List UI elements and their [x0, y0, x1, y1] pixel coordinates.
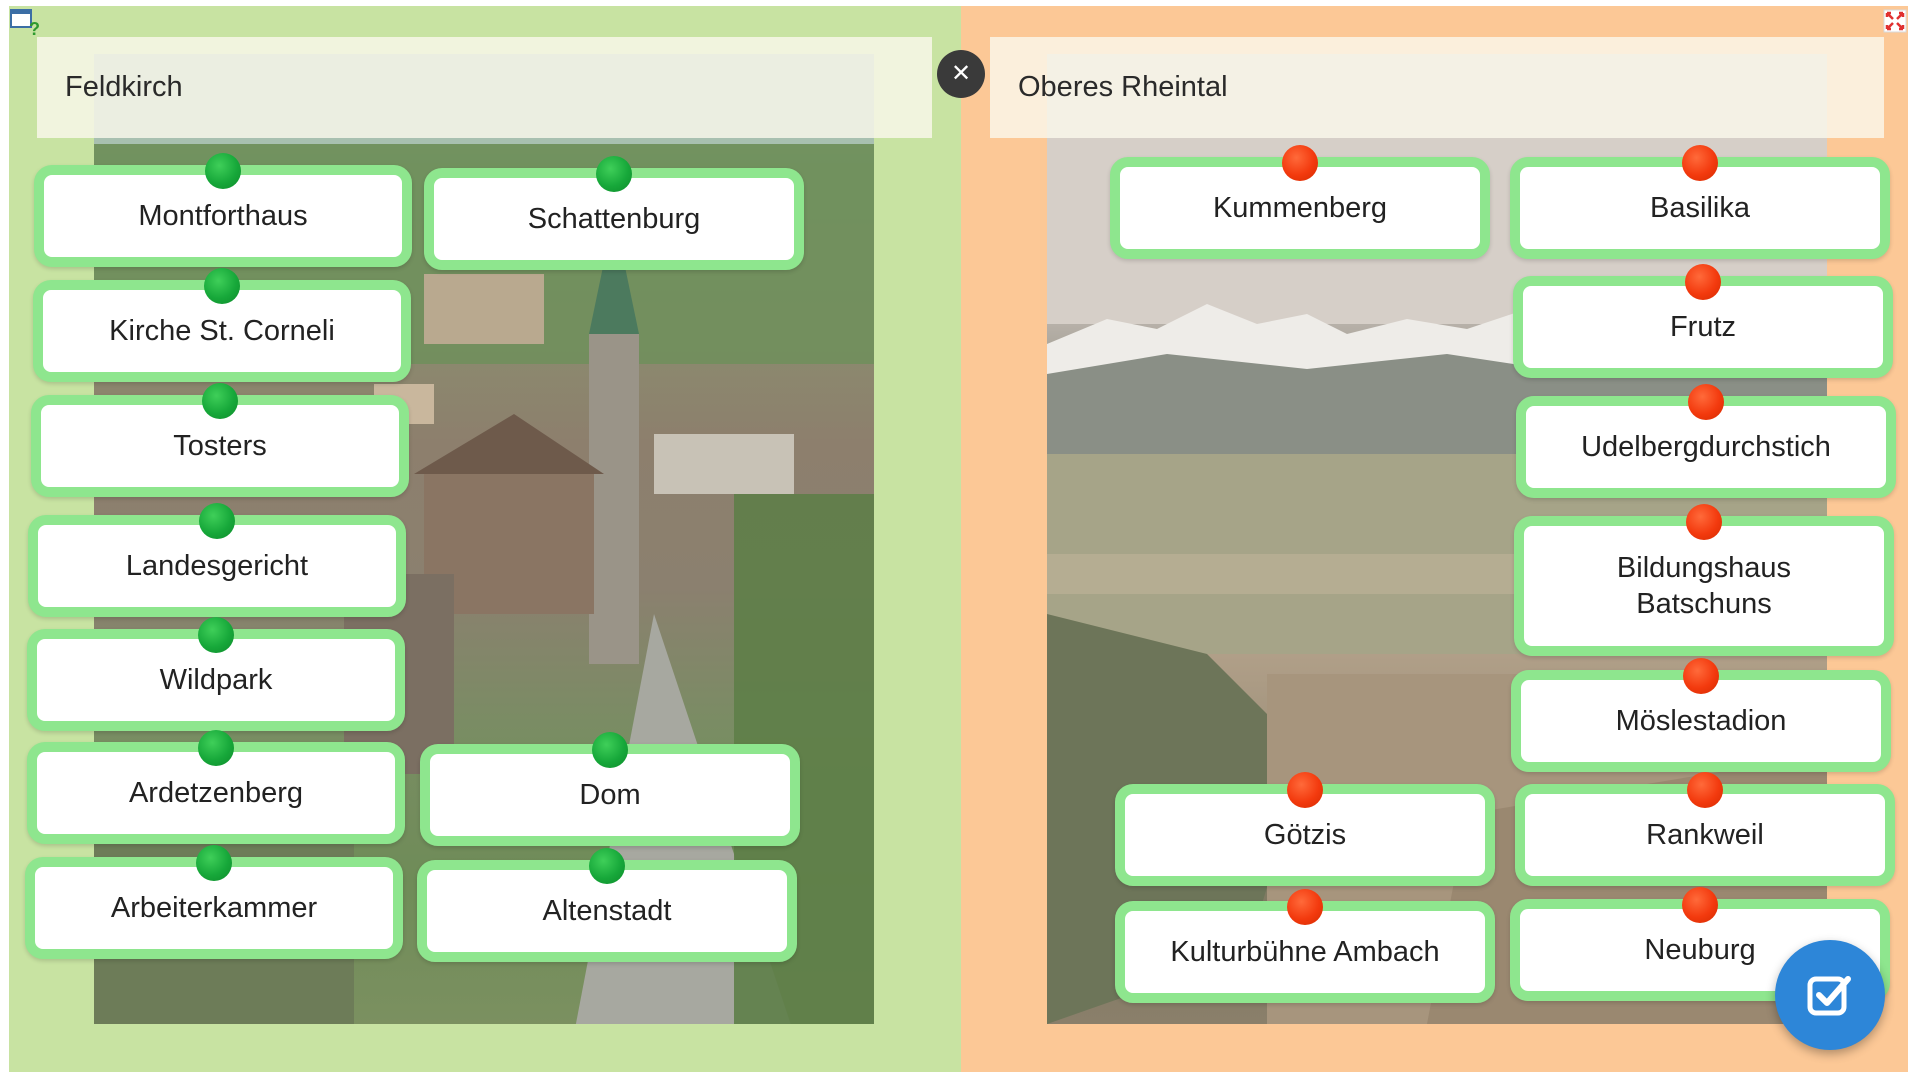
group-title-oberes-rheintal: Oberes Rheintal [990, 37, 1884, 138]
activity-stage: Feldkirch Oberes Rheintal Montforthaus S… [0, 0, 1917, 1072]
connector-dot[interactable] [1685, 264, 1721, 300]
card-frutz[interactable]: Frutz [1513, 264, 1893, 378]
connector-dot[interactable] [596, 156, 632, 192]
card-arbeiterkammer[interactable]: Arbeiterkammer [25, 845, 403, 959]
card-label: Basilika [1650, 191, 1750, 224]
check-icon [1807, 976, 1851, 1016]
card-label: Ardetzenberg [128, 776, 304, 809]
connector-dot[interactable] [1682, 145, 1718, 181]
card-landesgericht[interactable]: Landesgericht [28, 503, 406, 617]
card-udelbergdurchstich[interactable]: Udelbergdurchstich [1516, 384, 1896, 498]
card-kulturbuehne-ambach[interactable]: Kulturbühne Ambach [1115, 889, 1495, 1003]
card-label: Schattenburg [527, 202, 701, 235]
card-kummenberg[interactable]: Kummenberg [1110, 145, 1490, 259]
connector-dot[interactable] [1682, 887, 1718, 923]
connector-dot[interactable] [592, 732, 628, 768]
card-rankweil[interactable]: Rankweil [1515, 772, 1895, 886]
card-label: Frutz [1669, 310, 1737, 343]
group-title-feldkirch: Feldkirch [37, 37, 932, 138]
card-label: Landesgericht [125, 549, 309, 582]
card-goetzis[interactable]: Götzis [1115, 772, 1495, 886]
card-label: Kummenberg [1212, 191, 1388, 224]
connector-dot[interactable] [196, 845, 232, 881]
card-montforthaus[interactable]: Montforthaus [34, 153, 412, 267]
card-label: Möslestadion [1615, 704, 1787, 737]
fullscreen-icon[interactable] [1883, 9, 1907, 33]
card-dom[interactable]: Dom [420, 732, 800, 846]
card-label: Rankweil [1646, 818, 1764, 851]
connector-dot[interactable] [205, 153, 241, 189]
card-label: Kulturbühne Ambach [1170, 935, 1440, 968]
card-bildungshaus-batschuns[interactable]: Bildungshaus Batschuns [1514, 504, 1894, 656]
check-button[interactable] [1775, 940, 1885, 1050]
svg-text:?: ? [29, 19, 39, 37]
connector-dot[interactable] [589, 848, 625, 884]
card-moslestadion[interactable]: Möslestadion [1511, 658, 1891, 772]
card-label: Tosters [173, 429, 267, 462]
card-ardetzenberg[interactable]: Ardetzenberg [27, 730, 405, 844]
card-label: Montforthaus [138, 199, 308, 232]
connector-dot[interactable] [1686, 504, 1722, 540]
help-icon[interactable]: ? [9, 7, 40, 39]
connector-dot[interactable] [202, 383, 238, 419]
connector-dot[interactable] [1688, 384, 1724, 420]
card-label: Udelbergdurchstich [1581, 430, 1831, 463]
card-altenstadt[interactable]: Altenstadt [417, 848, 797, 962]
connector-dot[interactable] [199, 503, 235, 539]
connector-dot[interactable] [1683, 658, 1719, 694]
card-label: Dom [579, 778, 641, 811]
connector-dot[interactable] [198, 617, 234, 653]
card-label: Kirche St. Corneli [109, 314, 335, 347]
card-basilika[interactable]: Basilika [1510, 145, 1890, 259]
card-label: Bildungshaus Batschuns [1616, 551, 1792, 620]
connector-dot[interactable] [1282, 145, 1318, 181]
card-label: Arbeiterkammer [110, 891, 318, 924]
connector-dot[interactable] [1287, 772, 1323, 808]
connector-dot[interactable] [1287, 889, 1323, 925]
card-label: Wildpark [159, 663, 273, 696]
card-kirche-st-corneli[interactable]: Kirche St. Corneli [33, 268, 411, 382]
card-label: Neuburg [1644, 933, 1756, 966]
card-tosters[interactable]: Tosters [31, 383, 409, 497]
connector-dot[interactable] [198, 730, 234, 766]
connector-dot[interactable] [1687, 772, 1723, 808]
card-schattenburg[interactable]: Schattenburg [424, 156, 804, 270]
close-icon[interactable]: ✕ [937, 50, 985, 98]
card-label: Altenstadt [542, 894, 672, 927]
connector-dot[interactable] [204, 268, 240, 304]
card-wildpark[interactable]: Wildpark [27, 617, 405, 731]
card-label: Götzis [1263, 818, 1347, 851]
